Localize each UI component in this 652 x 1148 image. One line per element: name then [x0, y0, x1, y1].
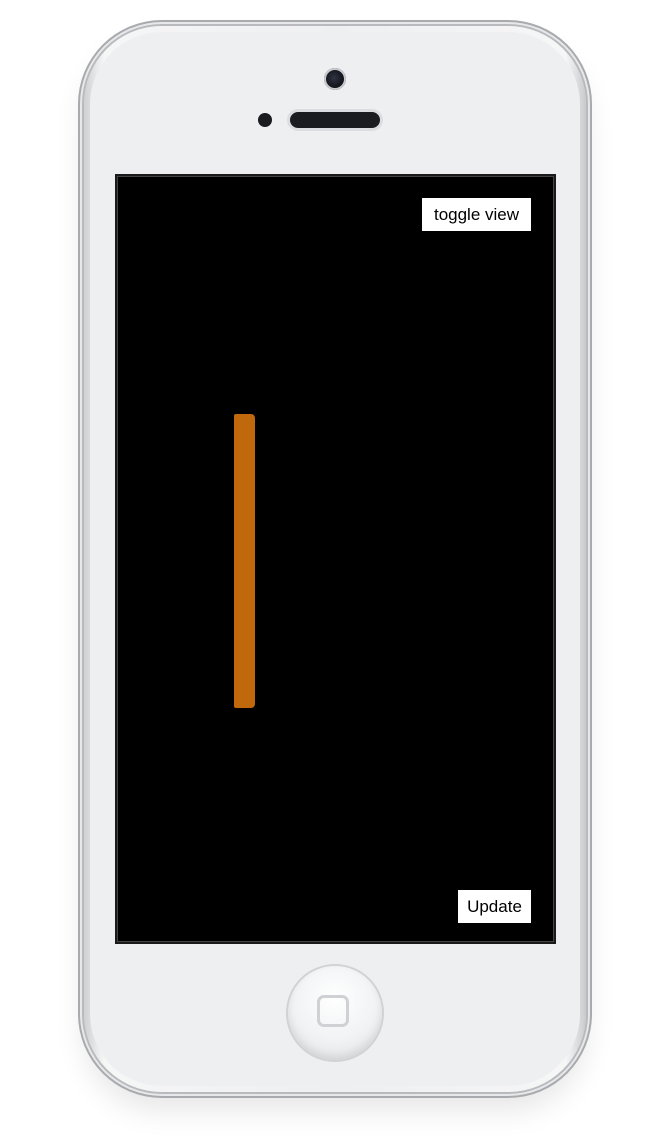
front-camera-icon [324, 68, 346, 90]
update-button[interactable]: Update [458, 890, 531, 923]
proximity-sensor-icon [258, 113, 272, 127]
orange-bar [234, 414, 255, 708]
home-square-icon [317, 995, 349, 1027]
toggle-view-button[interactable]: toggle view [422, 198, 531, 231]
app-screen: toggle view Update [117, 176, 554, 942]
stage: toggle view Update [0, 0, 652, 1148]
earpiece-speaker [290, 112, 380, 128]
home-button[interactable] [288, 966, 382, 1060]
